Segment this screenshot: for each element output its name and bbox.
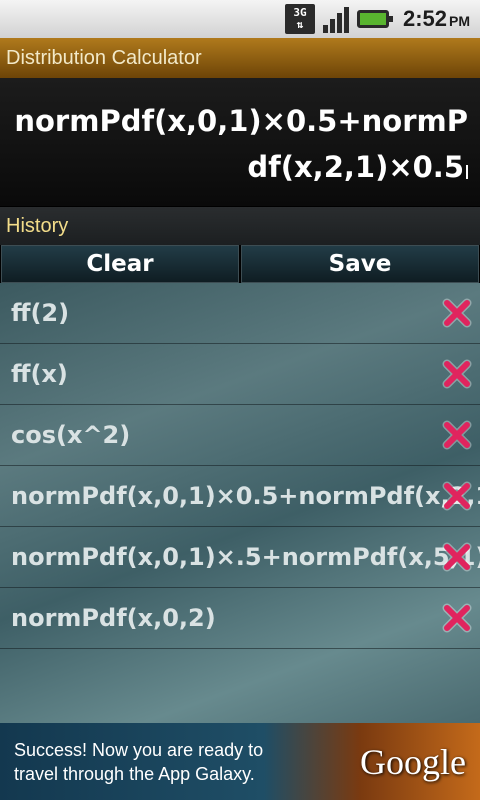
history-item[interactable]: normPdf(x,0,1)×0.5+normPdf(x,2,1)×0.5: [0, 466, 480, 527]
history-item[interactable]: cos(x^2): [0, 405, 480, 466]
google-logo: Google: [360, 741, 466, 782]
history-item[interactable]: ff(2): [0, 283, 480, 344]
history-item[interactable]: normPdf(x,0,2): [0, 588, 480, 649]
history-item-text: ff(x): [11, 360, 68, 388]
history-title: History: [6, 214, 69, 237]
expression-line-1: normPdf(x,0,1)×0.5+normP: [14, 104, 468, 138]
save-button[interactable]: Save: [241, 245, 479, 283]
ad-line-1: Success! Now you are ready to: [14, 739, 264, 760]
app-title: Distribution Calculator: [6, 46, 202, 69]
ad-line-2: travel through the App Galaxy.: [14, 763, 255, 784]
app-title-bar: Distribution Calculator: [0, 38, 480, 78]
clock-ampm: PM: [449, 13, 470, 29]
clock-time: 2:52: [402, 6, 447, 31]
history-item-text: normPdf(x,0,1)×0.5+normPdf(x,2,1)×0.5: [11, 482, 480, 510]
history-item-text: normPdf(x,0,1)×.5+normPdf(x,5,1)×.5: [11, 543, 480, 571]
delete-x-icon[interactable]: [442, 481, 472, 511]
history-actions: Clear Save: [0, 245, 480, 283]
delete-x-icon[interactable]: [442, 420, 472, 450]
signal-icon: [322, 4, 349, 34]
text-cursor: [466, 165, 468, 179]
history-list[interactable]: ff(2) ff(x) cos(x^2) normPdf(x,0,1)×0.5+nor…: [0, 283, 480, 723]
history-item-text: normPdf(x,0,2): [11, 604, 216, 632]
expression-input[interactable]: normPdf(x,0,1)×0.5+normP df(x,2,1)×0.5: [0, 78, 480, 206]
delete-x-icon[interactable]: [442, 359, 472, 389]
delete-x-icon[interactable]: [442, 603, 472, 633]
expression-line-2-text: df(x,2,1)×0.5: [247, 150, 464, 184]
history-header: History: [0, 207, 480, 245]
history-item-text: cos(x^2): [11, 421, 131, 449]
ad-banner[interactable]: Success! Now you are ready to travel thr…: [0, 723, 480, 800]
status-clock: 2:52 PM: [403, 6, 470, 32]
delete-x-icon[interactable]: [442, 542, 472, 572]
history-item[interactable]: ff(x): [0, 344, 480, 405]
delete-x-icon[interactable]: [442, 298, 472, 328]
status-bar: 3G ⇅ 2:52 PM: [0, 0, 480, 38]
3g-icon: 3G ⇅: [284, 4, 315, 34]
history-item[interactable]: normPdf(x,0,1)×.5+normPdf(x,5,1)×.5: [0, 527, 480, 588]
battery-charging-icon: [356, 4, 393, 34]
clear-button[interactable]: Clear: [1, 245, 239, 283]
history-item-text: ff(2): [11, 299, 70, 327]
expression-line-2: df(x,2,1)×0.5: [12, 144, 468, 190]
ad-text: Success! Now you are ready to travel thr…: [14, 738, 263, 786]
